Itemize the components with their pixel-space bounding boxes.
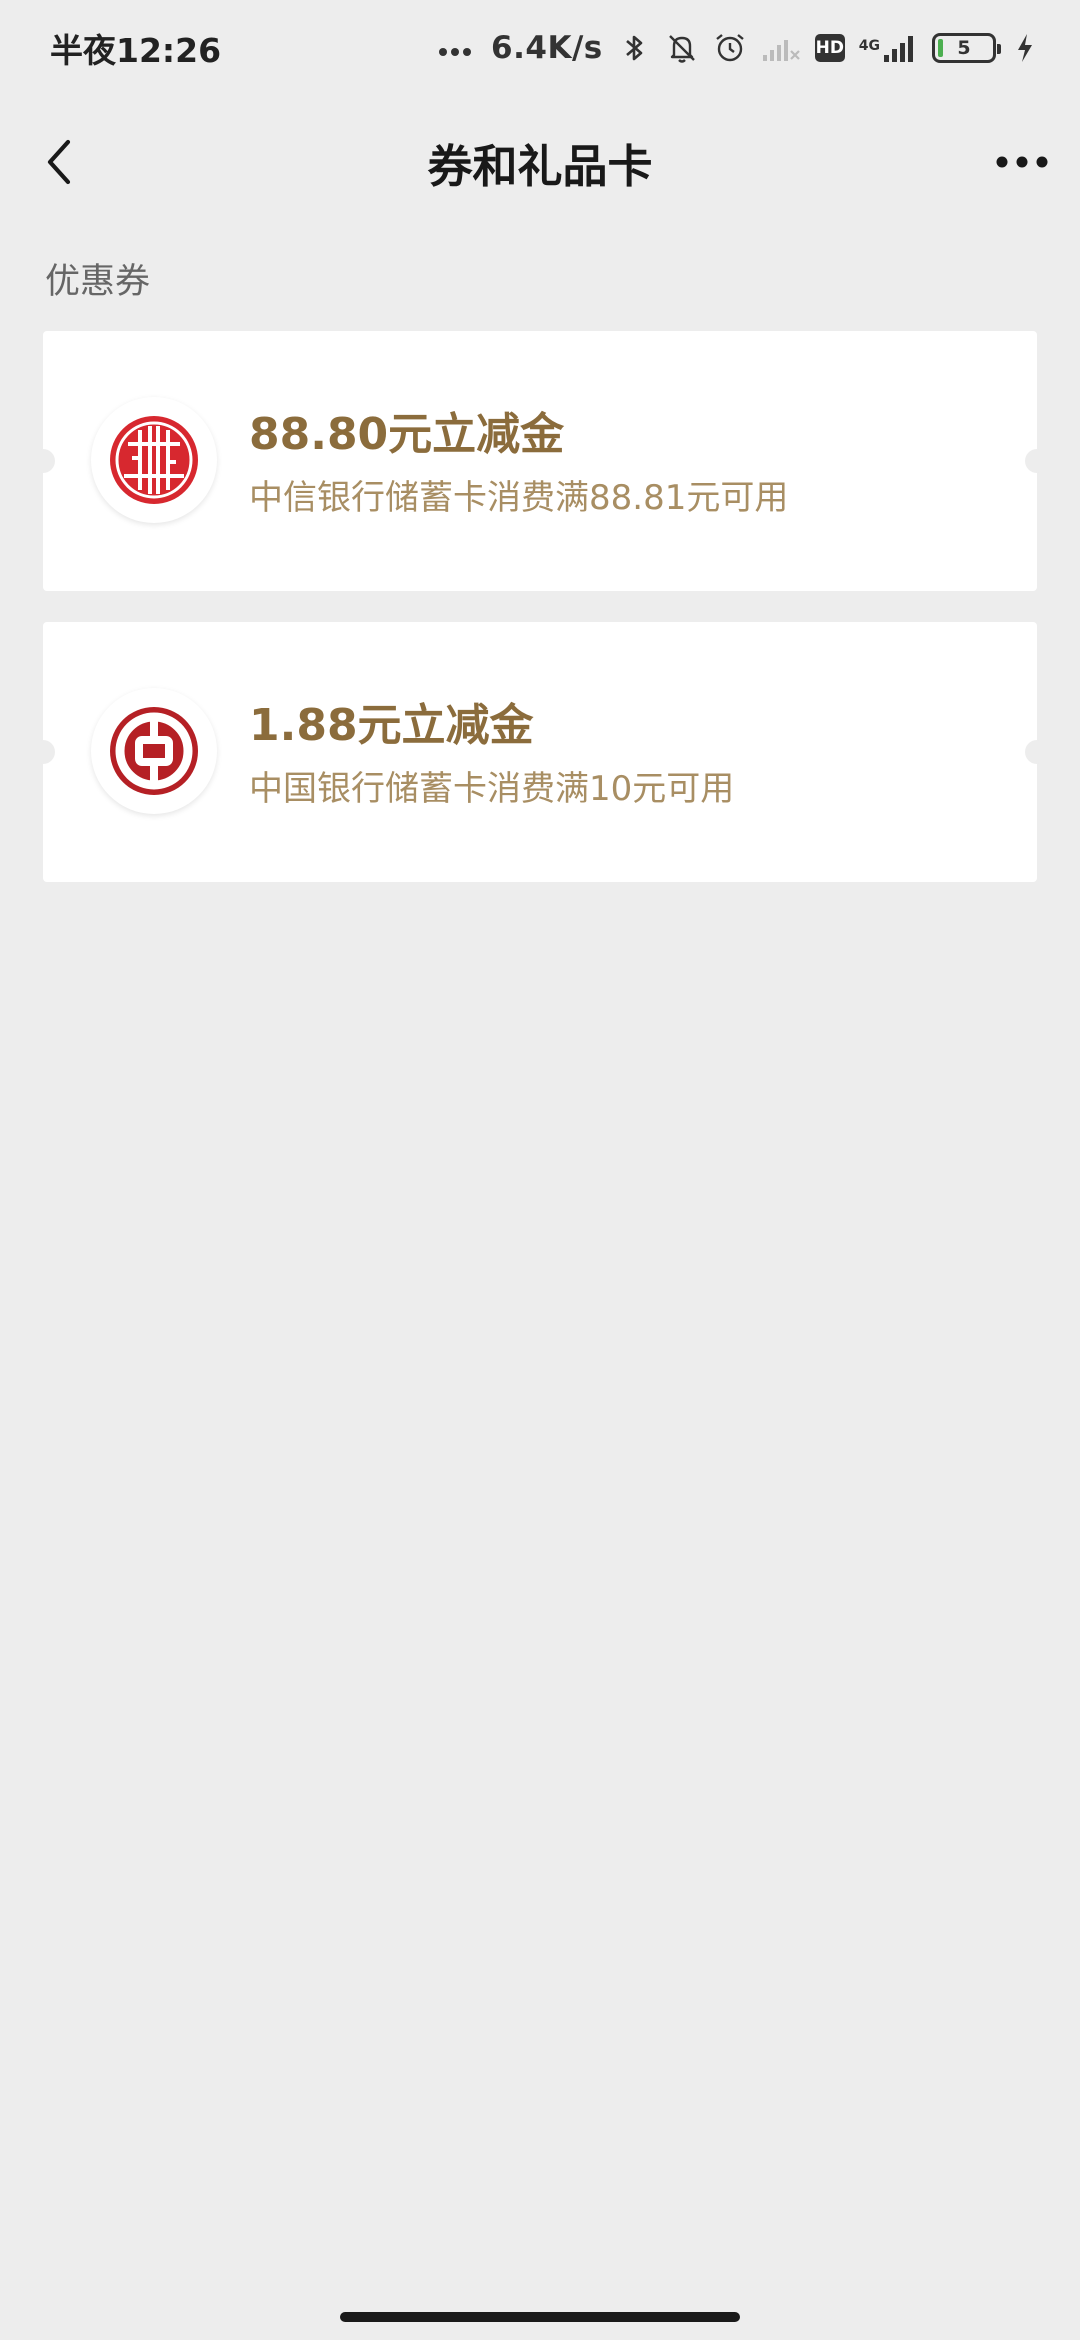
coupon-amount: 88.80元立减金 [249,409,565,460]
more-horizontal-icon [996,156,1048,168]
bank-logo [91,688,217,814]
coupon-card[interactable]: 88.80元立减金 中信银行储蓄卡消费满88.81元可用 [31,331,1049,591]
more-button[interactable] [988,128,1056,196]
battery-level: 5 [957,37,971,59]
coupon-text: 88.80元立减金 中信银行储蓄卡消费满88.81元可用 [249,407,788,519]
screen: 半夜12:26 6.4K/s HD 4G 5 券和礼品卡 优惠券 88.80元立… [0,0,1080,2340]
coupon-card[interactable]: 1.88元立减金 中国银行储蓄卡消费满10元可用 [31,622,1049,882]
status-time: 半夜12:26 [50,31,222,70]
section-title: 优惠券 [45,262,151,302]
back-button[interactable] [26,128,94,196]
network-speed: 6.4K/s [491,30,603,66]
bank-logo [91,397,217,523]
citic-bank-logo [110,416,198,504]
chevron-left-icon [47,139,71,185]
coupon-description: 中信银行储蓄卡消费满88.81元可用 [249,478,789,518]
bank-of-china-logo [110,707,198,795]
signal-x-icon [762,40,800,61]
mute-bell-icon [668,35,695,63]
signal-icon: 4G [859,31,918,65]
home-indicator[interactable] [340,2312,740,2322]
network-type: 4G [858,38,880,54]
hd-icon: HD [814,34,845,62]
nav-bar: 券和礼品卡 [0,100,1080,224]
coupon-amount: 1.88元立减金 [249,700,534,751]
bluetooth-icon [625,35,643,61]
battery-fill [938,39,943,57]
status-bar: 半夜12:26 6.4K/s HD 4G 5 [0,0,1080,96]
alarm-icon [716,34,744,62]
status-icons: 6.4K/s HD 4G 5 [437,30,1036,66]
coupon-text: 1.88元立减金 中国银行储蓄卡消费满10元可用 [249,698,734,810]
signal-bars-icon [884,36,913,62]
page-title: 券和礼品卡 [427,139,653,193]
battery-icon: 5 [932,33,1001,63]
more-dots-icon [439,48,472,56]
charging-icon [1018,34,1032,62]
coupon-description: 中国银行储蓄卡消费满10元可用 [249,769,735,809]
